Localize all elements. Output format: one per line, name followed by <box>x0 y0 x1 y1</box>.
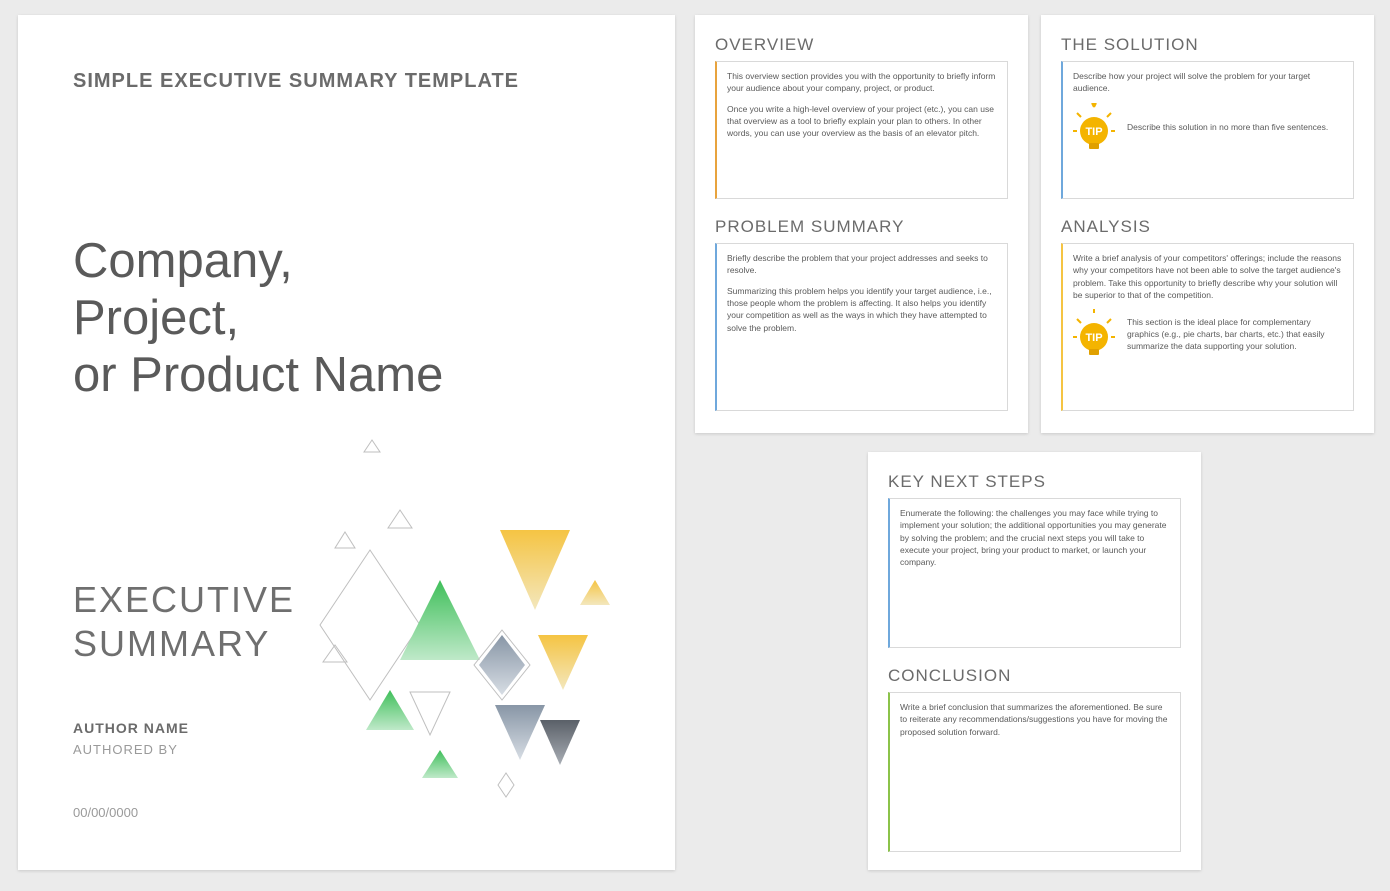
problem-text: Summarizing this problem helps you ident… <box>727 285 997 334</box>
main-title-line: Company, <box>73 233 620 290</box>
analysis-tip-text: This section is the ideal place for comp… <box>1127 316 1343 353</box>
main-title-line: Project, <box>73 290 620 347</box>
page-overview-problem: OVERVIEW This overview section provides … <box>695 15 1028 433</box>
page-solution-analysis: THE SOLUTION Describe how your project w… <box>1041 15 1374 433</box>
main-title-line: or Product Name <box>73 347 620 404</box>
svg-text:TIP: TIP <box>1085 332 1102 344</box>
overview-section: OVERVIEW This overview section provides … <box>715 35 1008 199</box>
overview-box: This overview section provides you with … <box>715 61 1008 199</box>
cover-page: SIMPLE EXECUTIVE SUMMARY TEMPLATE Compan… <box>18 15 675 870</box>
analysis-heading: ANALYSIS <box>1061 217 1354 237</box>
solution-tip-row: TIP Describe this solution in no more th… <box>1073 103 1343 153</box>
solution-tip-text: Describe this solution in no more than f… <box>1127 121 1343 133</box>
analysis-tip-row: TIP This section is the ideal place for … <box>1073 309 1343 359</box>
analysis-box: Write a brief analysis of your competito… <box>1061 243 1354 411</box>
page-keynext-conclusion: KEY NEXT STEPS Enumerate the following: … <box>868 452 1201 870</box>
keynext-box: Enumerate the following: the challenges … <box>888 498 1181 648</box>
main-title: Company, Project, or Product Name <box>73 233 620 403</box>
keynext-text: Enumerate the following: the challenges … <box>900 507 1170 569</box>
template-title: SIMPLE EXECUTIVE SUMMARY TEMPLATE <box>73 70 620 93</box>
conclusion-section: CONCLUSION Write a brief conclusion that… <box>888 666 1181 852</box>
conclusion-text: Write a brief conclusion that summarizes… <box>900 701 1170 738</box>
problem-box: Briefly describe the problem that your p… <box>715 243 1008 411</box>
problem-section: PROBLEM SUMMARY Briefly describe the pro… <box>715 217 1008 411</box>
solution-box: Describe how your project will solve the… <box>1061 61 1354 199</box>
tip-lightbulb-icon: TIP <box>1073 309 1115 359</box>
analysis-text: Write a brief analysis of your competito… <box>1073 252 1343 301</box>
conclusion-heading: CONCLUSION <box>888 666 1181 686</box>
solution-text: Describe how your project will solve the… <box>1073 70 1343 95</box>
overview-text: Once you write a high-level overview of … <box>727 103 997 140</box>
svg-text:TIP: TIP <box>1085 126 1102 138</box>
tip-lightbulb-icon: TIP <box>1073 103 1115 153</box>
analysis-section: ANALYSIS Write a brief analysis of your … <box>1061 217 1354 411</box>
problem-heading: PROBLEM SUMMARY <box>715 217 1008 237</box>
solution-section: THE SOLUTION Describe how your project w… <box>1061 35 1354 199</box>
keynext-section: KEY NEXT STEPS Enumerate the following: … <box>888 472 1181 648</box>
overview-heading: OVERVIEW <box>715 35 1008 55</box>
conclusion-box: Write a brief conclusion that summarizes… <box>888 692 1181 852</box>
triangles-art-icon <box>310 430 650 810</box>
solution-heading: THE SOLUTION <box>1061 35 1354 55</box>
keynext-heading: KEY NEXT STEPS <box>888 472 1181 492</box>
problem-text: Briefly describe the problem that your p… <box>727 252 997 277</box>
overview-text: This overview section provides you with … <box>727 70 997 95</box>
